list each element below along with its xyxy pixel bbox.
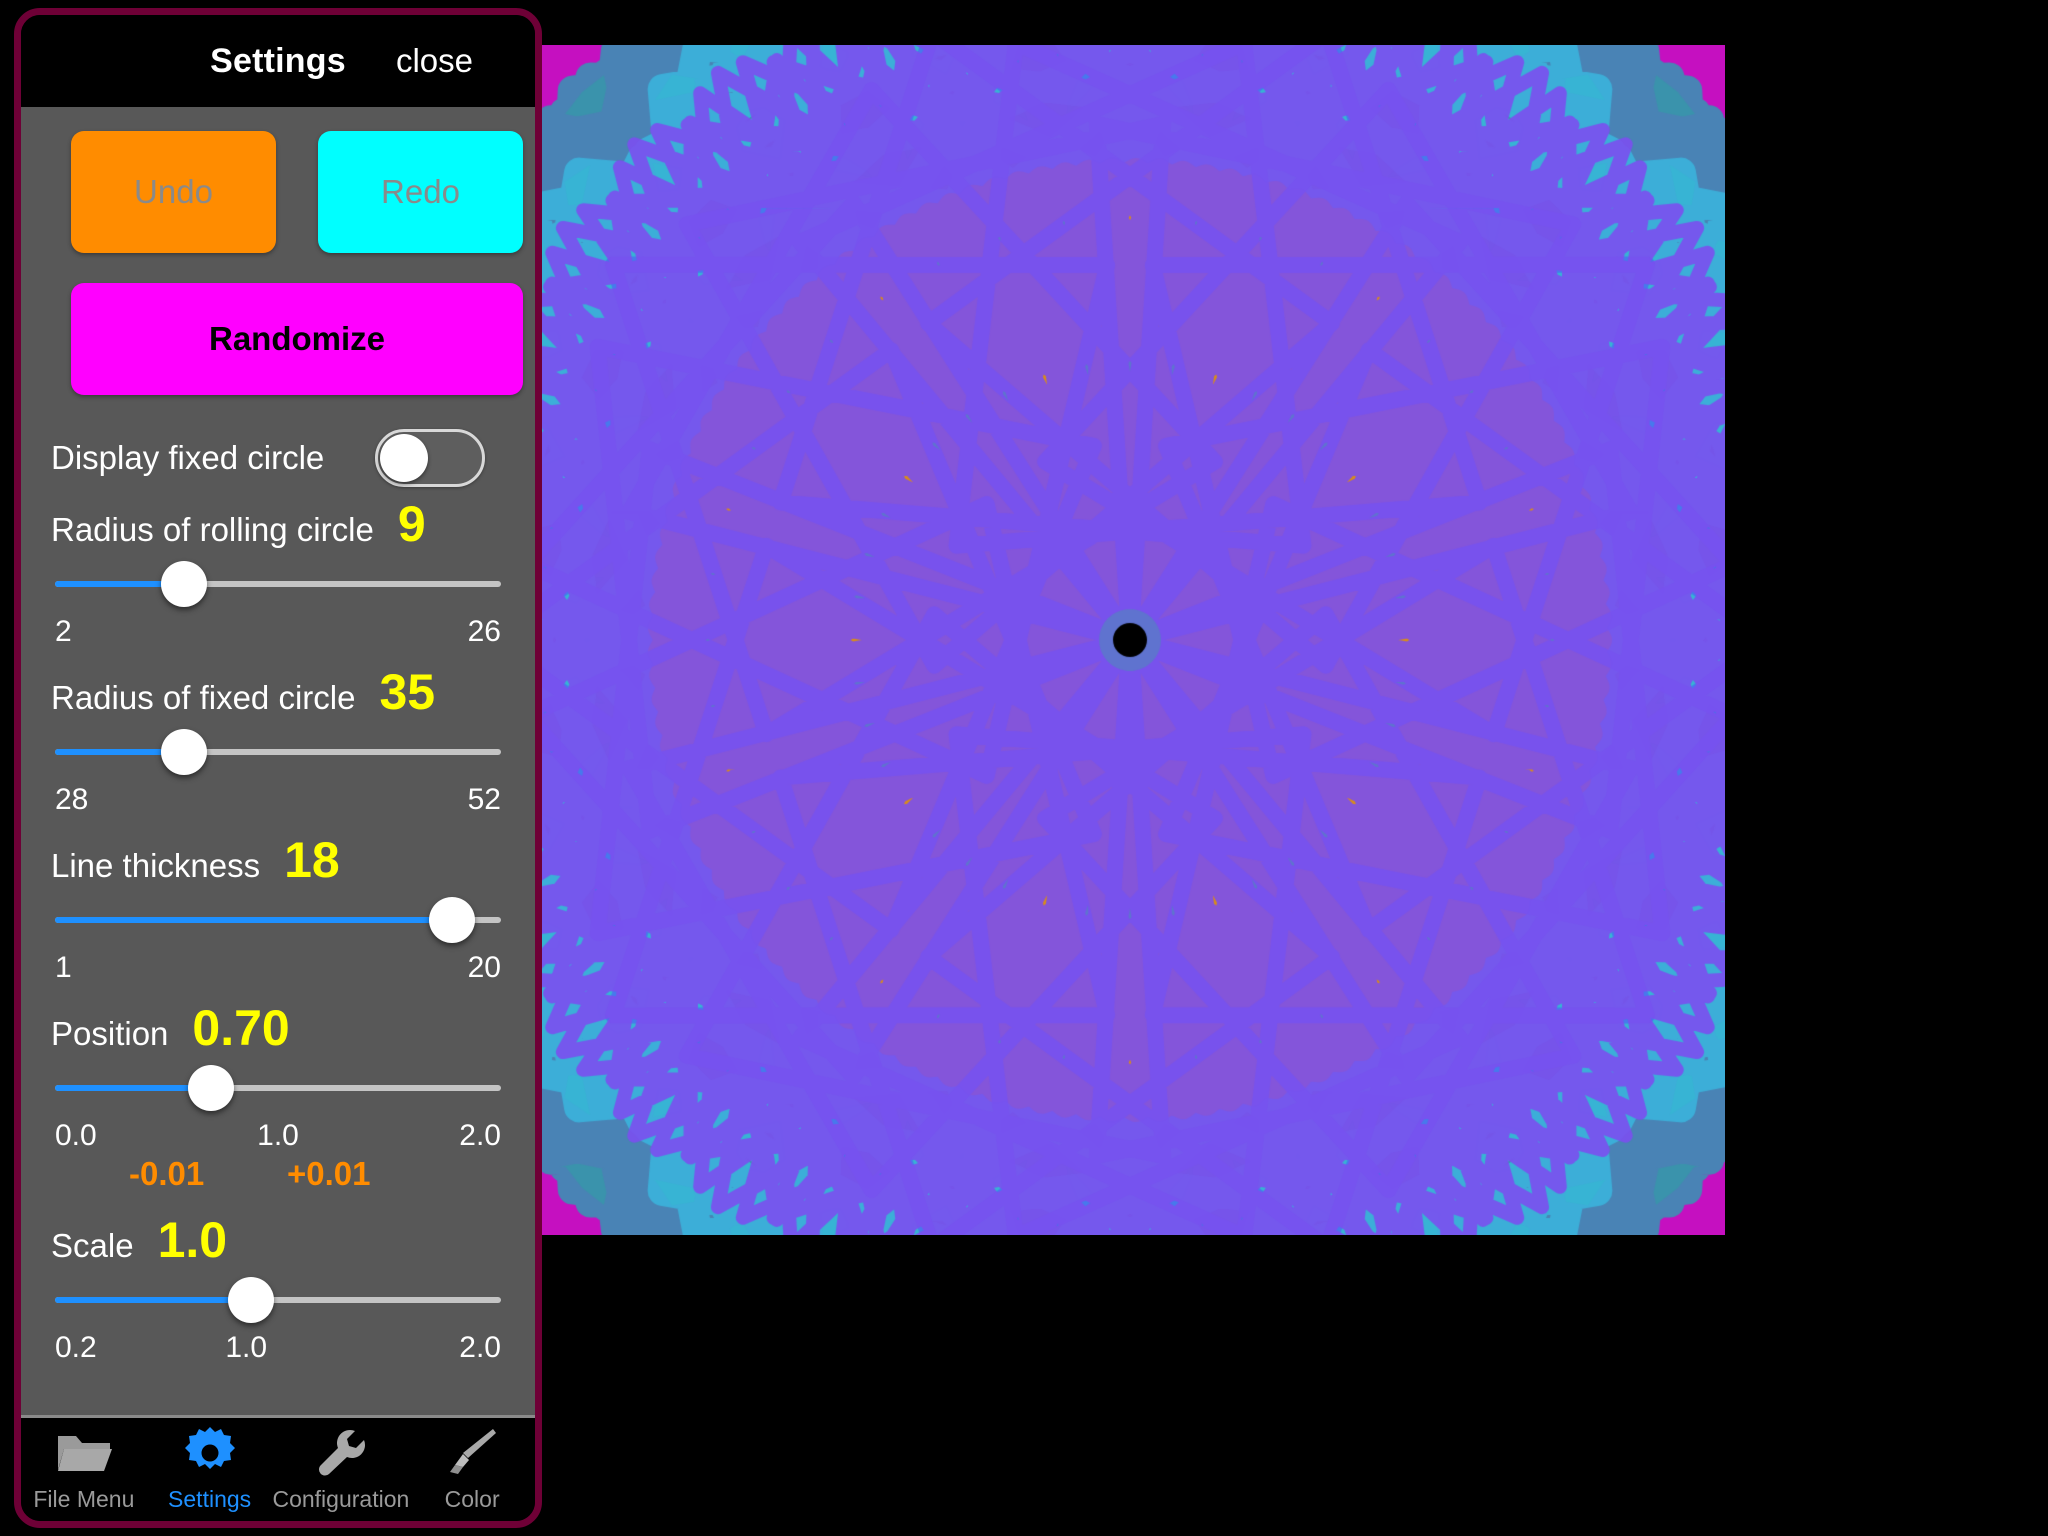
panel-header: Settings close [21,15,535,107]
slider-label: Radius of rolling circle [51,511,374,548]
slider-radius-of-fixed-circle: Radius of fixed circle 35 28 52 [21,655,535,823]
slider-track[interactable] [55,889,501,951]
slider-track[interactable] [55,1057,501,1119]
slider-min-label: 1 [55,951,72,984]
settings-panel: Settings close Undo Redo Randomize Displ… [14,8,542,1528]
slider-track-fill [55,917,452,923]
position-steppers: -0.01 +0.01 [51,1155,505,1203]
tab-label: Color [444,1486,500,1512]
slider-scale: Scale 1.0 0.2 1.0 2.0 [21,1203,535,1371]
slider-max-label: 2.0 [459,1331,501,1364]
slider-ticks: 1 20 [51,951,505,991]
slider-header: Scale 1.0 [51,1215,505,1265]
spirograph-artwork[interactable] [540,45,1725,1235]
slider-thumb[interactable] [161,561,208,607]
folder-icon [56,1424,112,1482]
tab-settings[interactable]: Settings [147,1424,273,1513]
page-title: Settings [210,41,346,80]
slider-thumb[interactable] [161,729,208,775]
tab-label: Configuration [272,1486,410,1512]
close-button[interactable]: close [396,42,473,80]
paintbrush-icon [446,1424,498,1482]
slider-ticks: 0.0 1.0 2.0 [51,1119,505,1159]
slider-min-label: 0.0 [55,1119,97,1152]
slider-track[interactable] [55,1269,501,1331]
slider-mid-label: 1.0 [225,1331,268,1364]
slider-thumb[interactable] [188,1065,235,1111]
slider-position: Position 0.70 0.0 1.0 2.0 -0.01 +0.01 [21,991,535,1203]
slider-value: 0.70 [192,1000,290,1056]
display-fixed-circle-row: Display fixed circle [21,395,535,487]
slider-max-label: 26 [467,615,501,648]
slider-header: Radius of fixed circle 35 [51,667,505,717]
undo-redo-row: Undo Redo [21,107,535,253]
randomize-row: Randomize [21,253,535,395]
bottom-tab-bar: File Menu Settings Configuration Color [21,1415,535,1521]
slider-mid-label: 1.0 [257,1119,299,1152]
slider-label: Position [51,1015,169,1052]
redo-button[interactable]: Redo [318,131,523,253]
slider-thumb[interactable] [228,1277,275,1323]
slider-max-label: 2.0 [459,1119,501,1152]
slider-min-label: 0.2 [55,1331,97,1364]
slider-header: Position 0.70 [51,1003,505,1053]
slider-value: 35 [379,664,436,720]
slider-value: 18 [284,832,340,888]
slider-ticks: 2 26 [51,615,505,655]
randomize-button[interactable]: Randomize [71,283,523,395]
slider-value: 1.0 [157,1212,228,1268]
slider-label: Radius of fixed circle [51,679,356,716]
tab-label: Settings [168,1486,252,1512]
slider-thumb[interactable] [428,897,475,943]
slider-min-label: 28 [55,783,89,816]
slider-track-fill [55,1297,252,1303]
slider-header: Radius of rolling circle 9 [51,499,505,549]
slider-label: Line thickness [51,847,261,884]
tab-color[interactable]: Color [409,1424,535,1513]
position-increment-button[interactable]: +0.01 [287,1155,371,1193]
slider-min-label: 2 [55,615,72,648]
slider-max-label: 52 [467,783,501,816]
undo-button[interactable]: Undo [71,131,276,253]
slider-ticks: 0.2 1.0 2.0 [51,1331,505,1371]
display-fixed-circle-toggle[interactable] [375,429,485,487]
tab-file-menu[interactable]: File Menu [21,1424,147,1513]
tab-label: File Menu [33,1486,135,1512]
slider-ticks: 28 52 [51,783,505,823]
drawing-canvas[interactable] [540,0,2048,1536]
slider-label: Scale [51,1227,134,1264]
slider-value: 9 [397,496,426,552]
gear-icon [184,1424,236,1482]
slider-radius-of-rolling-circle: Radius of rolling circle 9 2 26 [21,487,535,655]
position-decrement-button[interactable]: -0.01 [129,1155,204,1193]
slider-track[interactable] [55,721,501,783]
slider-max-label: 20 [467,951,501,984]
tab-configuration[interactable]: Configuration [272,1424,409,1513]
slider-line-thickness: Line thickness 18 1 20 [21,823,535,991]
app-root: Settings close Undo Redo Randomize Displ… [0,0,2048,1536]
toggle-knob [380,434,428,482]
panel-body: Undo Redo Randomize Display fixed circle… [21,107,535,1415]
slider-header: Line thickness 18 [51,835,505,885]
slider-track[interactable] [55,553,501,615]
display-fixed-circle-label: Display fixed circle [51,439,325,476]
wrench-icon [315,1424,367,1482]
